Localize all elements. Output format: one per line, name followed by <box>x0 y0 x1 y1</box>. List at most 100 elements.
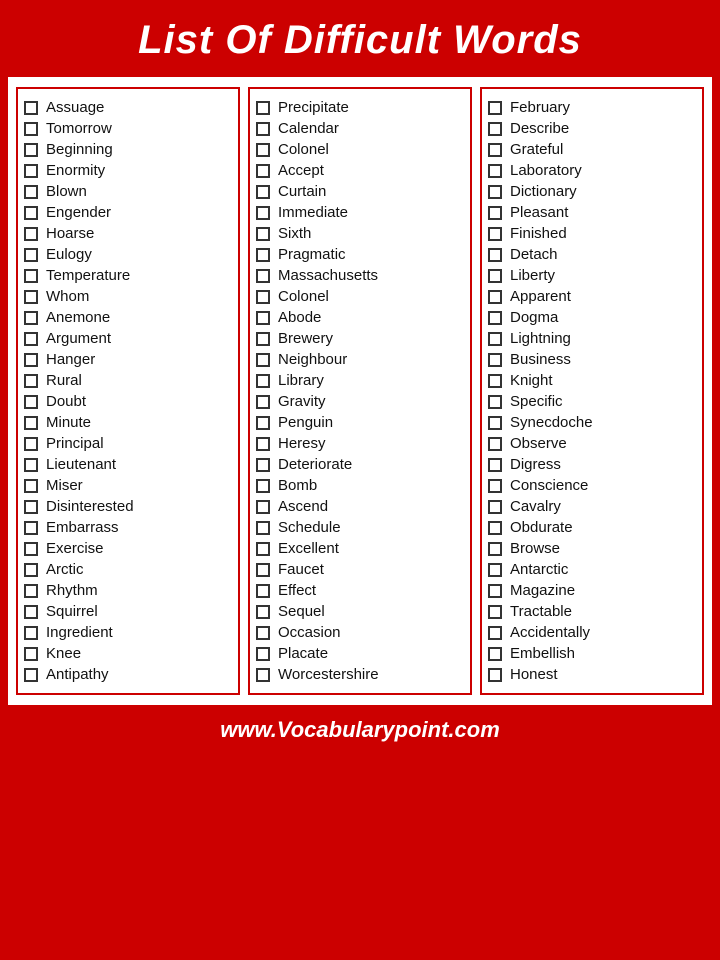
list-item: Ascend <box>256 496 464 517</box>
checkbox-icon[interactable] <box>488 248 502 262</box>
word-label: Schedule <box>278 519 341 536</box>
checkbox-icon[interactable] <box>256 332 270 346</box>
checkbox-icon[interactable] <box>256 605 270 619</box>
word-label: Enormity <box>46 162 105 179</box>
checkbox-icon[interactable] <box>488 542 502 556</box>
checkbox-icon[interactable] <box>488 353 502 367</box>
page-header: List Of Difficult Words <box>0 0 720 77</box>
checkbox-icon[interactable] <box>256 185 270 199</box>
checkbox-icon[interactable] <box>24 542 38 556</box>
checkbox-icon[interactable] <box>256 626 270 640</box>
checkbox-icon[interactable] <box>256 437 270 451</box>
checkbox-icon[interactable] <box>488 143 502 157</box>
checkbox-icon[interactable] <box>256 164 270 178</box>
checkbox-icon[interactable] <box>24 101 38 115</box>
checkbox-icon[interactable] <box>256 395 270 409</box>
checkbox-icon[interactable] <box>488 437 502 451</box>
checkbox-icon[interactable] <box>256 479 270 493</box>
checkbox-icon[interactable] <box>488 374 502 388</box>
list-item: Antarctic <box>488 559 696 580</box>
checkbox-icon[interactable] <box>24 626 38 640</box>
checkbox-icon[interactable] <box>256 416 270 430</box>
checkbox-icon[interactable] <box>488 479 502 493</box>
checkbox-icon[interactable] <box>256 227 270 241</box>
checkbox-icon[interactable] <box>24 143 38 157</box>
checkbox-icon[interactable] <box>256 206 270 220</box>
checkbox-icon[interactable] <box>256 248 270 262</box>
checkbox-icon[interactable] <box>24 458 38 472</box>
list-item: Embarrass <box>24 517 232 538</box>
list-item: Gravity <box>256 391 464 412</box>
word-label: Arctic <box>46 561 84 578</box>
checkbox-icon[interactable] <box>24 584 38 598</box>
checkbox-icon[interactable] <box>256 521 270 535</box>
word-label: Placate <box>278 645 328 662</box>
checkbox-icon[interactable] <box>256 668 270 682</box>
checkbox-icon[interactable] <box>488 500 502 514</box>
checkbox-icon[interactable] <box>24 164 38 178</box>
checkbox-icon[interactable] <box>24 269 38 283</box>
checkbox-icon[interactable] <box>256 143 270 157</box>
checkbox-icon[interactable] <box>488 521 502 535</box>
checkbox-icon[interactable] <box>24 605 38 619</box>
checkbox-icon[interactable] <box>488 101 502 115</box>
word-label: Hoarse <box>46 225 94 242</box>
checkbox-icon[interactable] <box>24 206 38 220</box>
checkbox-icon[interactable] <box>24 479 38 493</box>
checkbox-icon[interactable] <box>24 416 38 430</box>
checkbox-icon[interactable] <box>488 395 502 409</box>
checkbox-icon[interactable] <box>256 647 270 661</box>
checkbox-icon[interactable] <box>256 269 270 283</box>
checkbox-icon[interactable] <box>488 458 502 472</box>
checkbox-icon[interactable] <box>256 353 270 367</box>
checkbox-icon[interactable] <box>24 353 38 367</box>
checkbox-icon[interactable] <box>488 647 502 661</box>
checkbox-icon[interactable] <box>24 668 38 682</box>
checkbox-icon[interactable] <box>256 500 270 514</box>
checkbox-icon[interactable] <box>256 584 270 598</box>
word-label: Miser <box>46 477 83 494</box>
checkbox-icon[interactable] <box>24 185 38 199</box>
checkbox-icon[interactable] <box>488 563 502 577</box>
checkbox-icon[interactable] <box>24 521 38 535</box>
word-label: Squirrel <box>46 603 98 620</box>
checkbox-icon[interactable] <box>488 668 502 682</box>
checkbox-icon[interactable] <box>24 332 38 346</box>
checkbox-icon[interactable] <box>488 185 502 199</box>
word-label: Pleasant <box>510 204 568 221</box>
checkbox-icon[interactable] <box>24 374 38 388</box>
word-label: Assuage <box>46 99 104 116</box>
checkbox-icon[interactable] <box>488 332 502 346</box>
checkbox-icon[interactable] <box>24 290 38 304</box>
checkbox-icon[interactable] <box>256 122 270 136</box>
list-item: Hanger <box>24 349 232 370</box>
checkbox-icon[interactable] <box>488 206 502 220</box>
checkbox-icon[interactable] <box>24 122 38 136</box>
list-item: February <box>488 97 696 118</box>
checkbox-icon[interactable] <box>488 164 502 178</box>
checkbox-icon[interactable] <box>24 248 38 262</box>
checkbox-icon[interactable] <box>488 269 502 283</box>
checkbox-icon[interactable] <box>488 290 502 304</box>
checkbox-icon[interactable] <box>488 626 502 640</box>
checkbox-icon[interactable] <box>256 101 270 115</box>
checkbox-icon[interactable] <box>24 647 38 661</box>
checkbox-icon[interactable] <box>488 227 502 241</box>
checkbox-icon[interactable] <box>488 122 502 136</box>
checkbox-icon[interactable] <box>256 290 270 304</box>
checkbox-icon[interactable] <box>488 311 502 325</box>
checkbox-icon[interactable] <box>24 227 38 241</box>
checkbox-icon[interactable] <box>24 437 38 451</box>
checkbox-icon[interactable] <box>488 605 502 619</box>
checkbox-icon[interactable] <box>256 374 270 388</box>
checkbox-icon[interactable] <box>256 542 270 556</box>
checkbox-icon[interactable] <box>256 458 270 472</box>
checkbox-icon[interactable] <box>256 563 270 577</box>
checkbox-icon[interactable] <box>488 584 502 598</box>
checkbox-icon[interactable] <box>488 416 502 430</box>
checkbox-icon[interactable] <box>24 395 38 409</box>
checkbox-icon[interactable] <box>24 500 38 514</box>
checkbox-icon[interactable] <box>24 311 38 325</box>
checkbox-icon[interactable] <box>256 311 270 325</box>
checkbox-icon[interactable] <box>24 563 38 577</box>
